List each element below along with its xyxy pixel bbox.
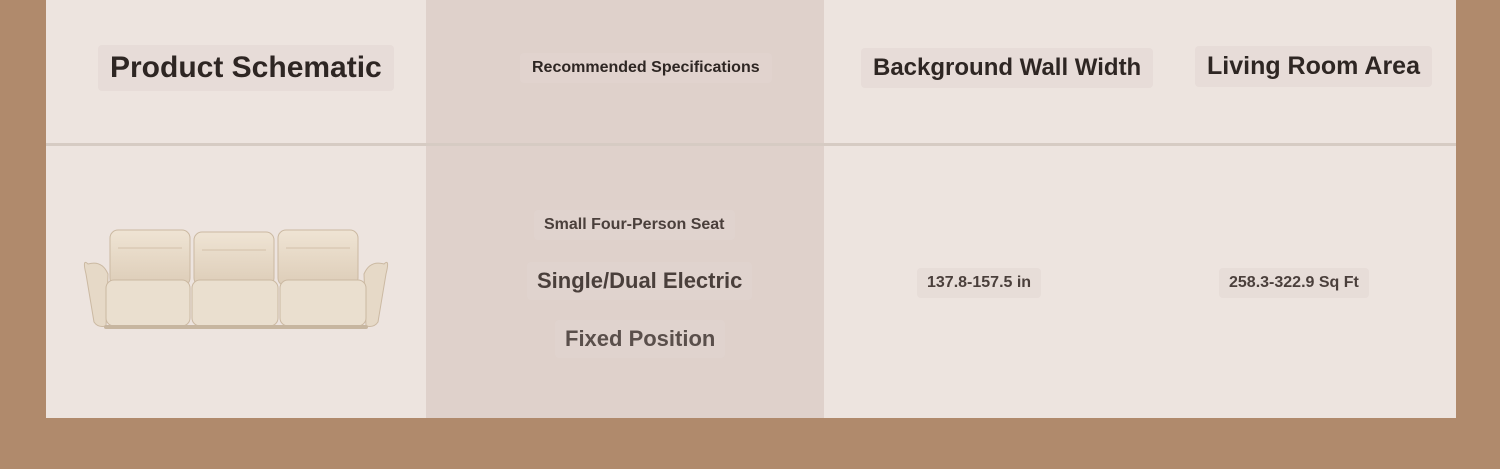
header-recommended-specifications: Recommended Specifications [520, 53, 772, 83]
spec-position: Fixed Position [555, 320, 726, 358]
spec-seat-size: Small Four-Person Seat [534, 210, 735, 240]
header-background-wall-width: Background Wall Width [861, 48, 1154, 88]
header-product-schematic: Product Schematic [98, 45, 394, 91]
wall-width-value: 137.8-157.5 in [917, 268, 1042, 298]
spec-electric-type: Single/Dual Electric [527, 262, 753, 300]
header-living-room-area: Living Room Area [1195, 46, 1432, 87]
sofa-image [83, 229, 389, 329]
header-divider [46, 143, 1456, 146]
spec-table: Product Schematic Recommended Specificat… [46, 0, 1456, 418]
room-area-value: 258.3-322.9 Sq Ft [1219, 268, 1369, 298]
